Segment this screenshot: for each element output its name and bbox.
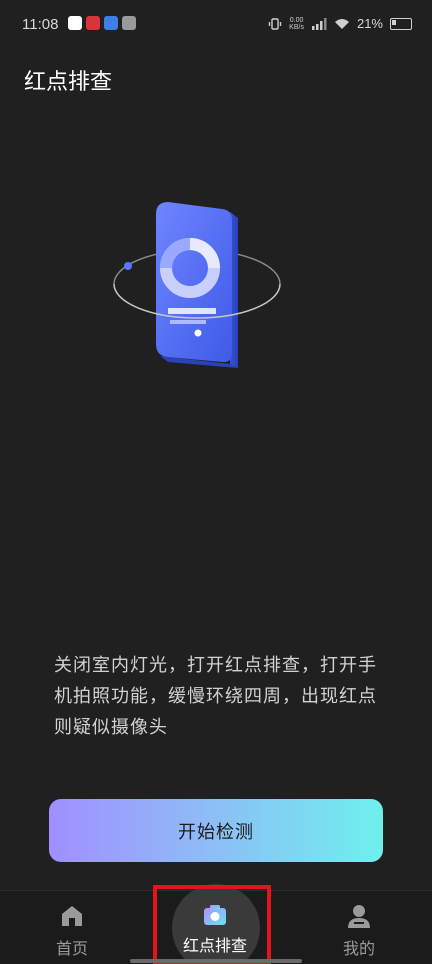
start-detection-label: 开始检测 bbox=[178, 821, 254, 843]
nav-label-mine: 我的 bbox=[342, 939, 375, 958]
nav-item-redpoint[interactable]: 红点排查 bbox=[160, 890, 270, 964]
instruction-text: 关闭室内灯光，打开红点排查，打开手机拍照功能，缓慢环绕四周，出现红点则疑似摄像头 bbox=[54, 655, 377, 738]
gesture-bar bbox=[130, 959, 302, 963]
status-time: 11:08 bbox=[22, 16, 59, 33]
status-right: 0.00 KB/s 21% bbox=[268, 16, 412, 31]
phone-illustration-icon bbox=[113, 202, 281, 368]
signal-icon bbox=[311, 17, 327, 30]
start-detection-button[interactable]: 开始检测 bbox=[49, 799, 383, 862]
app-icon-gray bbox=[122, 16, 136, 30]
nav-item-home[interactable]: 首页 bbox=[17, 891, 127, 964]
nav-label-redpoint: 红点排查 bbox=[182, 936, 247, 955]
nav-item-mine[interactable]: 我的 bbox=[304, 891, 414, 964]
status-app-icons bbox=[68, 16, 136, 30]
battery-icon bbox=[390, 17, 412, 30]
page-title: 红点排查 bbox=[24, 70, 113, 95]
status-bar: 11:08 0.00 KB/s 21% bbox=[0, 0, 432, 50]
screen: 11:08 0.00 KB/s 21% 红点排查 关闭室内灯光，打开红点排查，打… bbox=[0, 0, 432, 964]
tiktok-icon bbox=[68, 16, 82, 30]
app-icon-blue bbox=[104, 16, 118, 30]
user-icon bbox=[348, 905, 370, 928]
wifi-icon bbox=[334, 18, 349, 29]
net-speed-unit: KB/s bbox=[289, 23, 304, 31]
battery-percent: 21% bbox=[356, 16, 383, 31]
net-speed-value: 0.00 bbox=[289, 16, 304, 24]
nav-label-home: 首页 bbox=[55, 939, 88, 958]
phone-scan-illustration bbox=[110, 196, 285, 376]
app-icon-red bbox=[86, 16, 100, 30]
net-speed: 0.00 KB/s bbox=[289, 17, 304, 31]
camera-icon bbox=[204, 905, 226, 925]
vibrate-icon bbox=[268, 17, 282, 30]
home-icon bbox=[62, 906, 82, 926]
